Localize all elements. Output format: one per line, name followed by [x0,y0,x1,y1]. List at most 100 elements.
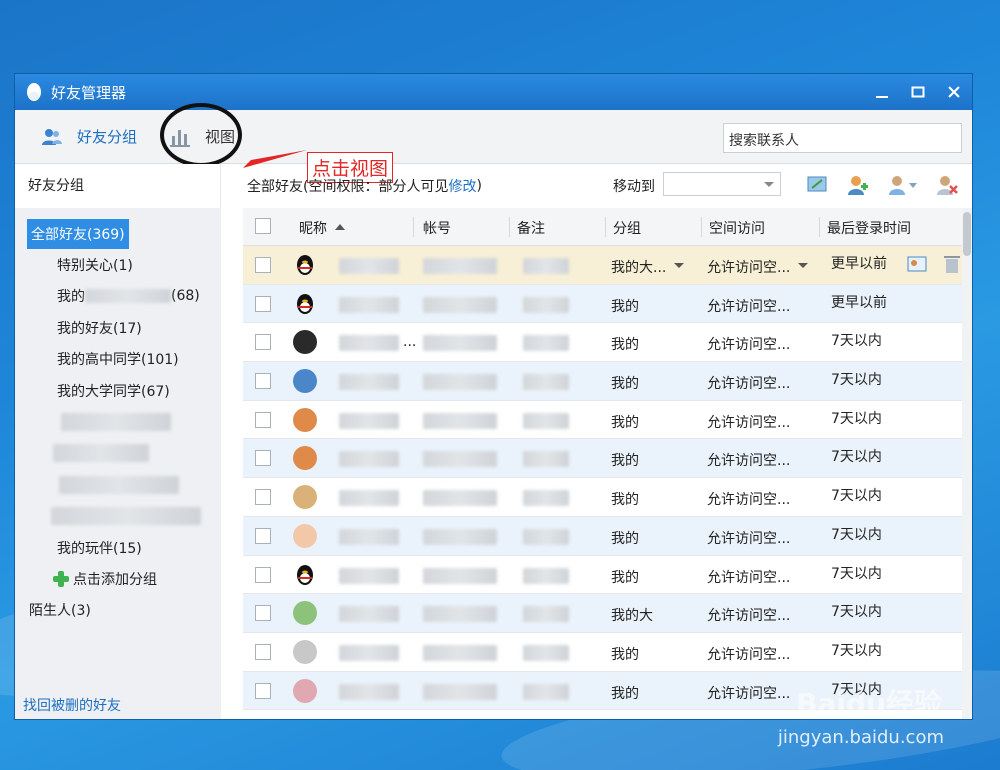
row-checkbox[interactable] [255,527,271,544]
space-access-cell: 允许访问空... [707,608,791,625]
row-checkbox[interactable] [255,295,271,312]
modify-permission-link[interactable]: 修改 [448,176,476,196]
row-checkbox[interactable] [255,373,271,390]
table-row[interactable]: 我的 允许访问空... 7天以内 [243,401,962,440]
permission-text: 全部好友(空间权限：部分人可见 [247,179,449,195]
group-cell[interactable]: 我的大... [611,257,685,277]
nickname-blurred [339,644,399,661]
sidebar-item-high-school[interactable]: 我的高中同学(101) [15,344,221,375]
row-checkbox[interactable] [255,450,271,467]
table-row[interactable]: 我的大... 允许访问空... 更早以前 [243,246,962,285]
remark-blurred [523,644,569,661]
account-blurred [423,683,497,700]
table-row[interactable]: 我的大 允许访问空... 7天以内 [243,594,962,633]
delete-friend-icon[interactable] [935,173,959,197]
account-blurred [423,567,497,584]
remark-blurred [523,528,569,545]
recover-deleted-friends-link[interactable]: 找回被删的好友 [23,695,121,715]
table-row[interactable]: 我的 允许访问空... 7天以内 [243,439,962,479]
row-checkbox[interactable] [255,682,271,699]
avatar [293,678,317,703]
maximize-button[interactable] [900,74,936,110]
row-checkbox[interactable] [255,643,271,660]
table-row[interactable]: 我的 允许访问空... 7天以内 [243,556,962,595]
minimize-icon [876,96,888,98]
nickname-blurred [339,258,399,274]
row-checkbox[interactable] [255,605,271,622]
col-remark[interactable]: 备注 [517,218,545,238]
col-account[interactable]: 帐号 [423,218,451,238]
row-checkbox[interactable] [255,566,271,583]
row-checkbox[interactable] [255,411,271,428]
table-row[interactable]: 我的 允许访问空... 7天以内 [243,478,962,517]
sidebar-item-playmates[interactable]: 我的玩伴(15) [15,532,221,563]
scrollbar-thumb[interactable] [963,212,971,256]
sidebar-item-blurred[interactable] [15,438,221,469]
blurred-text [61,413,171,432]
space-access-cell: 允许访问空... [707,337,791,354]
sidebar-item-my-friends[interactable]: 我的好友(17) [15,312,221,343]
sidebar-item-college[interactable]: 我的大学同学(67) [15,375,221,406]
sidebar-item-label: 我的好友(17) [57,320,142,337]
avatar [297,564,313,585]
remark-blurred [523,490,569,507]
avatar [293,407,317,432]
friend-groups-tab[interactable]: 好友分组 [41,126,137,148]
group-cell: 我的 [611,414,639,431]
group-cell: 我的 [611,376,639,393]
trash-icon[interactable] [943,253,961,275]
table-row[interactable]: 我的 允许访问空... 更早以前 [243,284,962,324]
sidebar-item-label: 陌生人(3) [29,603,91,620]
row-checkbox[interactable] [255,489,271,506]
col-last-login[interactable]: 最后登录时间 [827,218,911,238]
select-all-checkbox[interactable] [255,218,271,234]
sidebar-item-blurred[interactable] [15,501,221,532]
sidebar-item-blurred[interactable] [15,469,221,500]
space-access-cell[interactable]: 允许访问空... [707,257,809,277]
edit-card-icon[interactable] [805,173,829,197]
search-input[interactable]: 搜索联系人 [723,123,962,153]
last-login-cell: 7天以内 [831,488,882,505]
close-button[interactable] [936,74,972,110]
blurred-text [53,444,149,463]
group-cell: 我的大 [611,608,653,625]
manage-friend-icon[interactable] [887,173,919,197]
move-to-select[interactable] [663,172,781,196]
table-row[interactable]: ... 我的 允许访问空... 7天以内 [243,323,962,363]
remark-blurred [523,296,569,313]
sidebar-item-blurred[interactable] [15,406,221,437]
account-blurred [423,528,497,545]
watermark-brand: Baidu经验 [796,687,942,720]
avatar [297,293,313,314]
space-access-cell: 允许访问空... [707,453,791,470]
remark-blurred [523,374,569,391]
col-group[interactable]: 分组 [613,218,641,238]
plus-icon [53,570,69,587]
sidebar-item-special[interactable]: 特别关心(1) [15,249,221,280]
users-icon [42,128,62,145]
sidebar-item-all-friends[interactable]: 全部好友(369) [15,218,221,249]
nickname-blurred [339,490,399,507]
col-nickname[interactable]: 昵称 [299,218,327,238]
avatar [293,330,317,355]
row-checkbox[interactable] [255,334,271,351]
nickname-blurred [339,528,399,545]
minimize-button[interactable] [864,74,900,110]
group-cell: 我的 [611,298,639,315]
nickname-blurred [339,412,399,429]
scrollbar[interactable] [962,208,972,719]
sidebar-item-blurred-group[interactable]: 我的 (68) [15,281,221,312]
table-row[interactable]: 我的 允许访问空... 7天以内 [243,516,962,556]
table-row[interactable]: 我的 允许访问空... 7天以内 [243,633,962,672]
table-row[interactable]: 我的 允许访问空... 7天以内 [243,362,962,401]
add-friend-icon[interactable] [845,173,869,197]
add-group-button[interactable]: 点击添加分组 [15,563,221,594]
contact-card-icon[interactable] [907,254,927,274]
avatar [293,485,317,510]
col-space-access[interactable]: 空间访问 [709,218,765,238]
nickname-blurred [339,606,399,623]
group-cell: 我的 [611,492,639,509]
remark-blurred [523,258,569,274]
sidebar-item-strangers[interactable]: 陌生人(3) [15,595,221,626]
row-checkbox[interactable] [255,257,271,273]
